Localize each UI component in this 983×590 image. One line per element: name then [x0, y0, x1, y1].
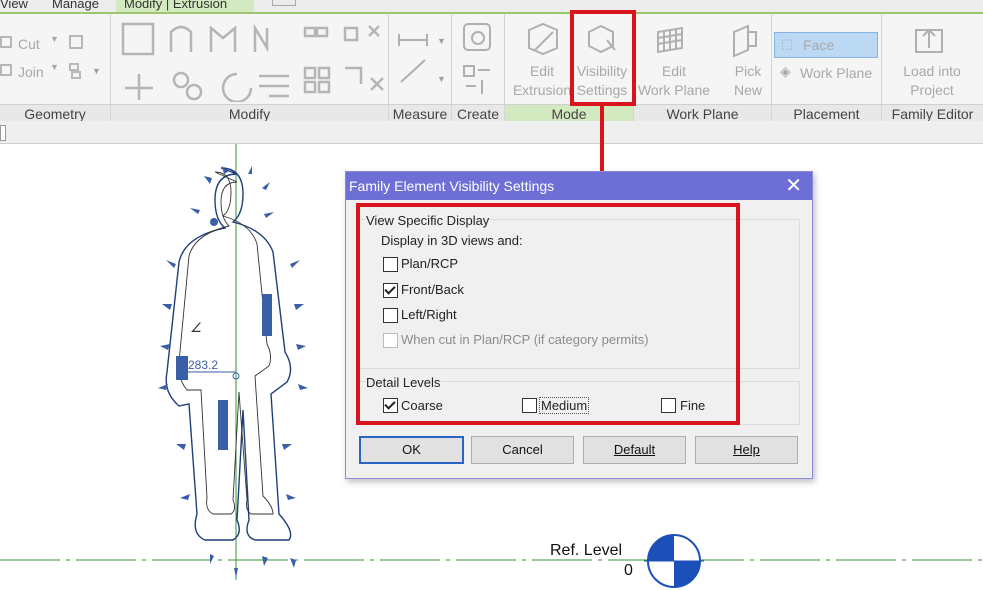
tab-modify-extrusion[interactable]: Modify | Extrusion [116, 0, 254, 12]
load-into-project-icon[interactable] [912, 22, 948, 58]
measure-icon[interactable]: ▼▼ [397, 24, 447, 94]
ref-level-label[interactable]: Ref. Level [550, 542, 622, 560]
join-label[interactable]: Join [18, 64, 44, 80]
chevron-down-icon[interactable]: ▼ [50, 34, 59, 44]
ribbon: Cut ▼ Join ▼ ▼ Geometry Modify ▼ ▼ Measu… [0, 12, 983, 123]
edit-work-plane-button[interactable]: Edit Work Plane [634, 62, 714, 100]
quick-access-icon[interactable] [272, 0, 296, 6]
dialog-title: Family Element Visibility Settings [349, 178, 555, 194]
options-bar-field[interactable] [0, 125, 6, 141]
paste-icon[interactable] [68, 34, 86, 52]
edit-extrusion-button[interactable]: Edit Extrusion [505, 62, 579, 100]
ok-button[interactable]: OK [359, 436, 464, 464]
tab-view[interactable]: View [0, 0, 28, 12]
geometry-panel: Cut ▼ Join ▼ ▼ Geometry [0, 14, 111, 123]
create-similar-icon[interactable] [460, 20, 500, 100]
dialog-title-bar[interactable]: Family Element Visibility Settings [346, 172, 812, 200]
modify-panel: Modify [111, 14, 389, 123]
edit-extrusion-icon[interactable] [525, 20, 561, 58]
angle-symbol: ∠ [190, 320, 202, 335]
tab-manage[interactable]: Manage [52, 0, 99, 12]
face-icon: ⬚ [781, 36, 794, 51]
svg-text:▼: ▼ [92, 66, 101, 76]
work-plane-panel: Edit Work Plane Pick New Work Plane [634, 14, 772, 123]
visibility-settings-highlight [570, 10, 636, 106]
pick-new-icon[interactable] [728, 22, 762, 58]
svg-text:▼: ▼ [437, 36, 446, 46]
work-plane-placement-button[interactable]: ◈ Work Plane [776, 62, 876, 84]
edit-work-plane-icon[interactable] [656, 24, 692, 58]
face-button[interactable]: ⬚ Face [774, 32, 878, 58]
cut-label[interactable]: Cut [18, 36, 40, 52]
dialog-highlight [356, 203, 740, 425]
load-into-project-button[interactable]: Load into Project [882, 62, 982, 100]
join-icon[interactable] [0, 62, 16, 80]
wall-join-icon[interactable]: ▼ [68, 62, 102, 82]
options-bar [0, 121, 983, 144]
pick-new-button[interactable]: Pick New [728, 62, 768, 100]
cut-icon[interactable] [0, 34, 16, 52]
chevron-down-icon[interactable]: ▼ [50, 62, 59, 72]
close-icon[interactable]: ✕ [785, 174, 802, 198]
work-plane-icon: ◈ [780, 63, 791, 79]
measure-panel: ▼ ▼ Measure [389, 14, 452, 123]
ribbon-tab-bar: View Manage Modify | Extrusion [0, 0, 983, 12]
visibility-settings-dialog: Family Element Visibility Settings ✕ Vie… [345, 171, 813, 479]
cancel-button[interactable]: Cancel [471, 436, 574, 464]
dimension-label[interactable]: 283.2 [188, 358, 218, 372]
modify-tools-icon[interactable] [119, 22, 389, 102]
level-marker-icon[interactable] [644, 533, 704, 589]
family-editor-panel: Load into Project Family Editor [882, 14, 983, 123]
default-button[interactable]: Default [583, 436, 686, 464]
help-button[interactable]: Help [695, 436, 798, 464]
svg-text:▼: ▼ [437, 74, 446, 84]
ref-level-value[interactable]: 0 [624, 562, 633, 580]
placement-panel: ⬚ Face ◈ Work Plane Placement [772, 14, 882, 123]
create-panel: Create [452, 14, 505, 123]
